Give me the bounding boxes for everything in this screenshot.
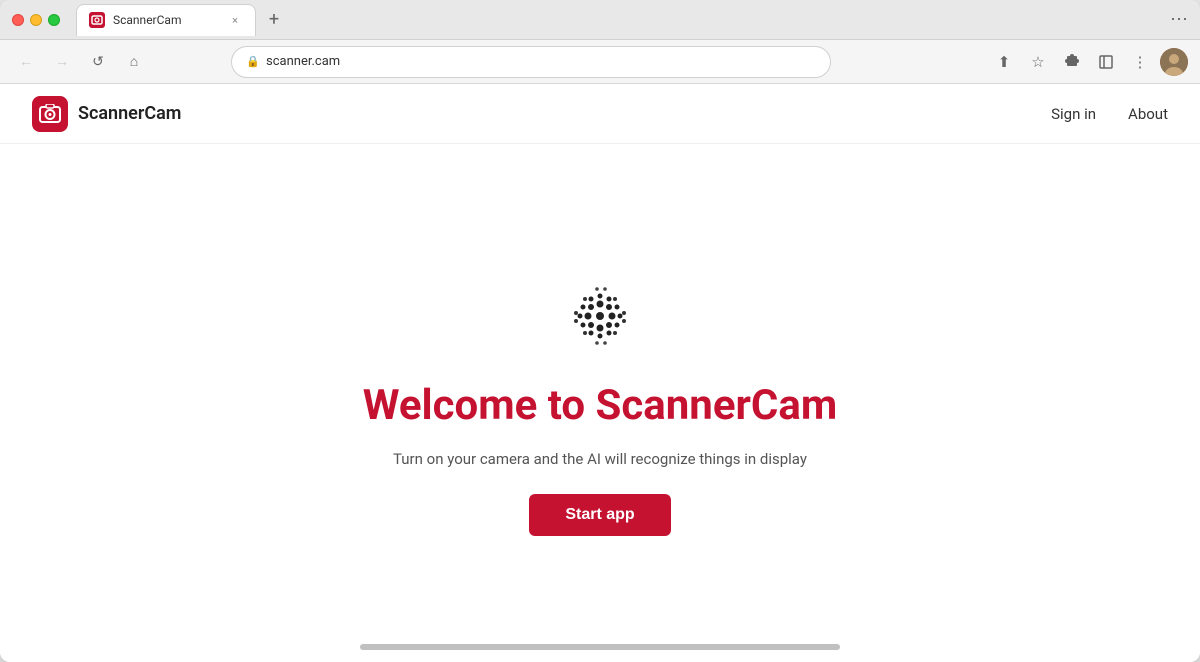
site-logo: ScannerCam [32,96,181,132]
extension-button[interactable] [1058,48,1086,76]
new-tab-button[interactable]: + [260,6,288,34]
tab-favicon [89,12,105,28]
tab-title: ScannerCam [113,13,181,27]
home-button[interactable]: ⌂ [120,48,148,76]
address-actions: ⬆ ☆ ⋮ [990,48,1188,76]
scanner-dot-icon [555,271,645,361]
forward-button[interactable]: → [48,48,76,76]
lock-icon: 🔒 [246,55,260,68]
welcome-title: Welcome to ScannerCam [363,381,838,430]
title-bar: ScannerCam × + ⋯ [0,0,1200,40]
tab-close-button[interactable]: × [227,12,243,28]
refresh-button[interactable]: ↺ [84,48,112,76]
profile-button[interactable] [1160,48,1188,76]
scrollbar-thumb[interactable] [360,644,840,650]
site-nav: Sign in About [1051,105,1168,123]
minimize-window-button[interactable] [30,14,42,26]
tab-bar: ScannerCam × + [76,4,1162,36]
close-window-button[interactable] [12,14,24,26]
site-main: Welcome to ScannerCam Turn on your camer… [0,144,1200,662]
about-link[interactable]: About [1128,105,1168,123]
maximize-window-button[interactable] [48,14,60,26]
bookmark-button[interactable]: ☆ [1024,48,1052,76]
menu-button[interactable]: ⋮ [1126,48,1154,76]
start-app-button[interactable]: Start app [529,494,670,536]
share-button[interactable]: ⬆ [990,48,1018,76]
back-button[interactable]: ← [12,48,40,76]
browser-tab[interactable]: ScannerCam × [76,4,256,36]
logo-icon [32,96,68,132]
welcome-subtitle: Turn on your camera and the AI will reco… [393,450,807,468]
address-bar: ← → ↺ ⌂ 🔒 scanner.cam ⬆ ☆ ⋮ [0,40,1200,84]
browser-window: ScannerCam × + ⋯ ← → ↺ ⌂ 🔒 scanner.cam ⬆… [0,0,1200,662]
website: ScannerCam Sign in About [0,84,1200,662]
page-scrollbar[interactable] [360,644,840,650]
traffic-lights [12,14,60,26]
logo-text: ScannerCam [78,103,181,124]
sidebar-button[interactable] [1092,48,1120,76]
title-bar-controls: ⋯ [1170,9,1188,30]
site-header: ScannerCam Sign in About [0,84,1200,144]
address-field[interactable]: 🔒 scanner.cam [231,46,831,78]
sign-in-link[interactable]: Sign in [1051,105,1096,123]
url-text: scanner.cam [266,54,340,69]
